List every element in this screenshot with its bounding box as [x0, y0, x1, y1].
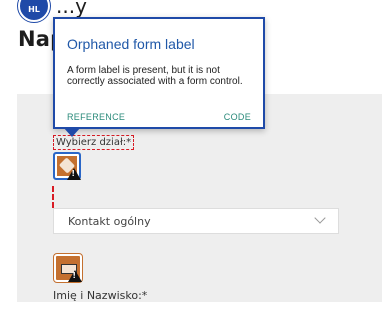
- tooltip-body: A form label is present, but it is not c…: [67, 65, 243, 87]
- accessibility-tooltip: Orphaned form label A form label is pres…: [53, 17, 265, 129]
- department-label: Wybierz dział:*: [53, 135, 135, 150]
- tooltip-arrow: [63, 127, 81, 137]
- name-label: Imię i Nazwisko:*: [53, 289, 148, 302]
- tooltip-title: Orphaned form label: [67, 36, 195, 52]
- code-link[interactable]: CODE: [224, 112, 251, 122]
- orphaned-label-warning-icon[interactable]: !: [53, 152, 81, 180]
- input-warning-icon[interactable]: !: [54, 254, 82, 282]
- warning-exclamation: !: [72, 271, 76, 280]
- badge-text: HL: [28, 5, 40, 14]
- select-value: Kontakt ogólny: [68, 215, 151, 228]
- badge-icon: HL: [18, 0, 50, 22]
- chevron-down-icon: [314, 212, 326, 224]
- department-select[interactable]: Kontakt ogólny: [53, 208, 339, 234]
- top-partial-text: ...y: [56, 0, 87, 18]
- warning-exclamation: !: [71, 169, 75, 178]
- error-outline: [52, 186, 54, 208]
- reference-link[interactable]: REFERENCE: [67, 112, 125, 122]
